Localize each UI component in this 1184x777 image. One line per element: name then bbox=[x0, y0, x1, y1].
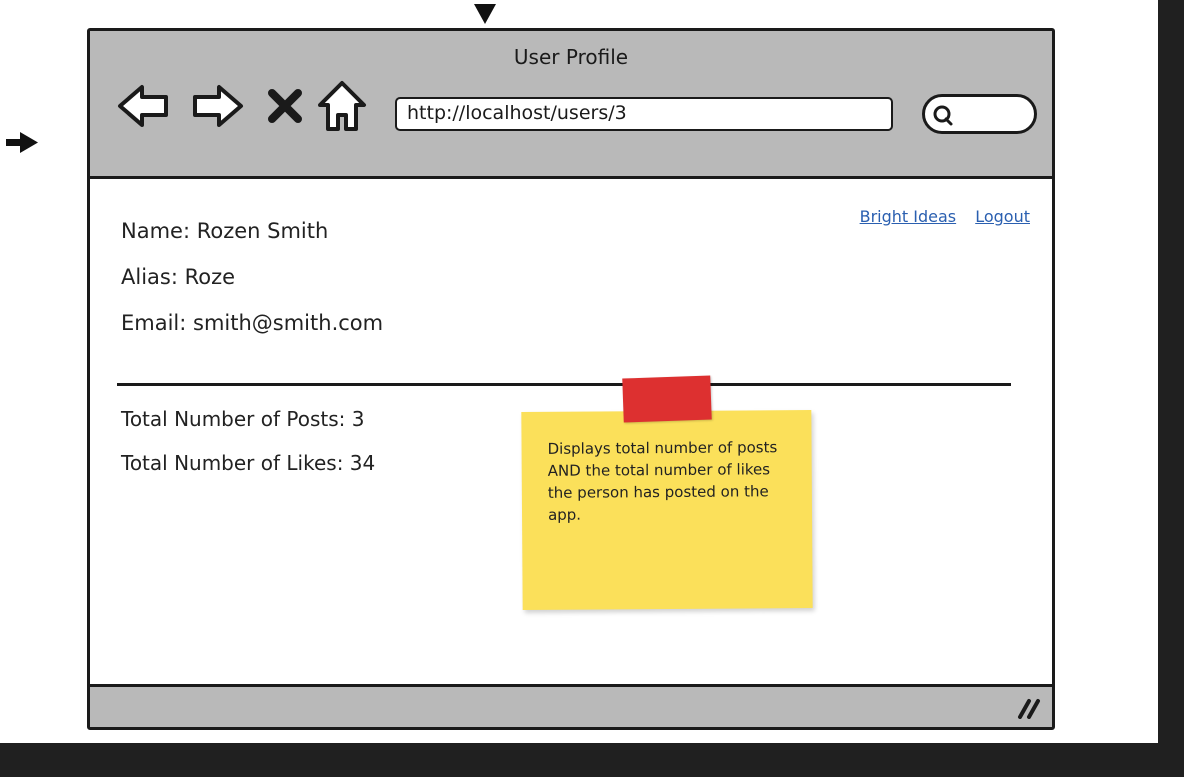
sticky-note: Displays total number of posts AND the t… bbox=[521, 409, 813, 611]
address-bar[interactable]: http://localhost/users/3 bbox=[395, 97, 893, 131]
sticky-note-text: Displays total number of posts AND the t… bbox=[547, 438, 778, 524]
profile-alias: Alias: Roze bbox=[121, 265, 236, 289]
posts-value: 3 bbox=[351, 407, 365, 431]
header-links: Bright Ideas Logout bbox=[846, 207, 1030, 226]
posts-label: Total Number of Posts: bbox=[121, 407, 346, 431]
likes-stat: Total Number of Likes: 34 bbox=[121, 451, 375, 475]
close-icon[interactable] bbox=[266, 87, 304, 125]
resize-grip-icon[interactable] bbox=[1016, 697, 1042, 719]
posts-stat: Total Number of Posts: 3 bbox=[121, 407, 365, 431]
likes-value: 34 bbox=[349, 451, 376, 475]
arrow-left-icon[interactable] bbox=[116, 81, 172, 131]
section-divider bbox=[117, 383, 1011, 386]
status-bar bbox=[90, 684, 1052, 727]
browser-chrome: User Profile http://localhost/users/3 bbox=[90, 31, 1052, 179]
profile-name: Name: Rozen Smith bbox=[121, 219, 329, 243]
search-icon bbox=[933, 105, 953, 126]
logout-link[interactable]: Logout bbox=[975, 207, 1030, 226]
sticky-note-tape bbox=[622, 375, 712, 423]
likes-label: Total Number of Likes: bbox=[121, 451, 344, 475]
page-content: Name: Rozen Smith Alias: Roze Email: smi… bbox=[90, 179, 1052, 684]
profile-email: Email: smith@smith.com bbox=[121, 311, 384, 335]
home-icon[interactable] bbox=[316, 79, 368, 133]
bottom-border-bar bbox=[0, 743, 1184, 777]
arrow-right-icon[interactable] bbox=[189, 81, 245, 131]
pointer-down-icon bbox=[474, 4, 496, 24]
bright-ideas-link[interactable]: Bright Ideas bbox=[860, 207, 957, 226]
search-field[interactable] bbox=[922, 94, 1037, 134]
right-border-bar bbox=[1158, 0, 1184, 777]
browser-window: User Profile http://localhost/users/3 Na… bbox=[87, 28, 1055, 730]
pointer-right-icon bbox=[6, 132, 38, 153]
window-title: User Profile bbox=[513, 45, 629, 69]
